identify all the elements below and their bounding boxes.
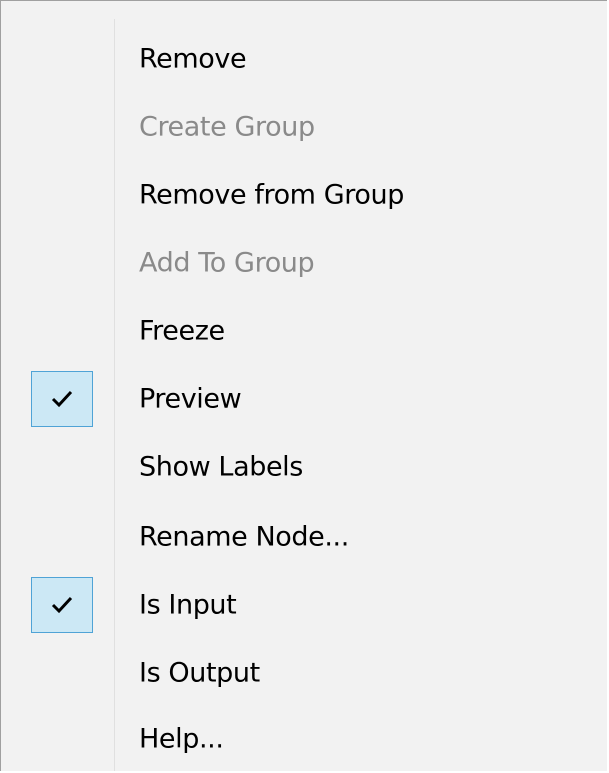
menu-item-remove-from-group[interactable]: Remove from Group xyxy=(1,161,608,229)
menu-item-is-input[interactable]: Is Input xyxy=(1,571,608,639)
menu-item-remove[interactable]: Remove xyxy=(1,25,608,93)
menu-item-rename-node[interactable]: Rename Node... xyxy=(1,503,608,571)
menu-item-label: Rename Node... xyxy=(139,521,349,553)
menu-item-label: Help... xyxy=(139,723,224,755)
check-icon xyxy=(31,577,93,633)
menu-item-label: Freeze xyxy=(139,315,225,347)
menu-item-freeze[interactable]: Freeze xyxy=(1,297,608,365)
menu-item-label: Is Output xyxy=(139,657,260,689)
menu-item-label: Add To Group xyxy=(139,247,315,279)
menu-item-preview[interactable]: Preview xyxy=(1,365,608,433)
menu-item-label: Show Labels xyxy=(139,451,303,483)
menu-item-label: Remove from Group xyxy=(139,179,404,211)
context-menu: Remove Create Group Remove from Group Ad… xyxy=(0,0,607,771)
check-icon xyxy=(31,371,93,427)
menu-item-create-group[interactable]: Create Group xyxy=(1,93,608,161)
menu-item-label: Is Input xyxy=(139,589,237,621)
menu-item-label: Create Group xyxy=(139,111,315,143)
menu-item-help[interactable]: Help... xyxy=(1,705,608,773)
menu-item-label: Preview xyxy=(139,383,242,415)
menu-item-add-to-group[interactable]: Add To Group xyxy=(1,229,608,297)
menu-item-is-output[interactable]: Is Output xyxy=(1,639,608,707)
menu-item-label: Remove xyxy=(139,43,247,75)
menu-item-show-labels[interactable]: Show Labels xyxy=(1,433,608,501)
